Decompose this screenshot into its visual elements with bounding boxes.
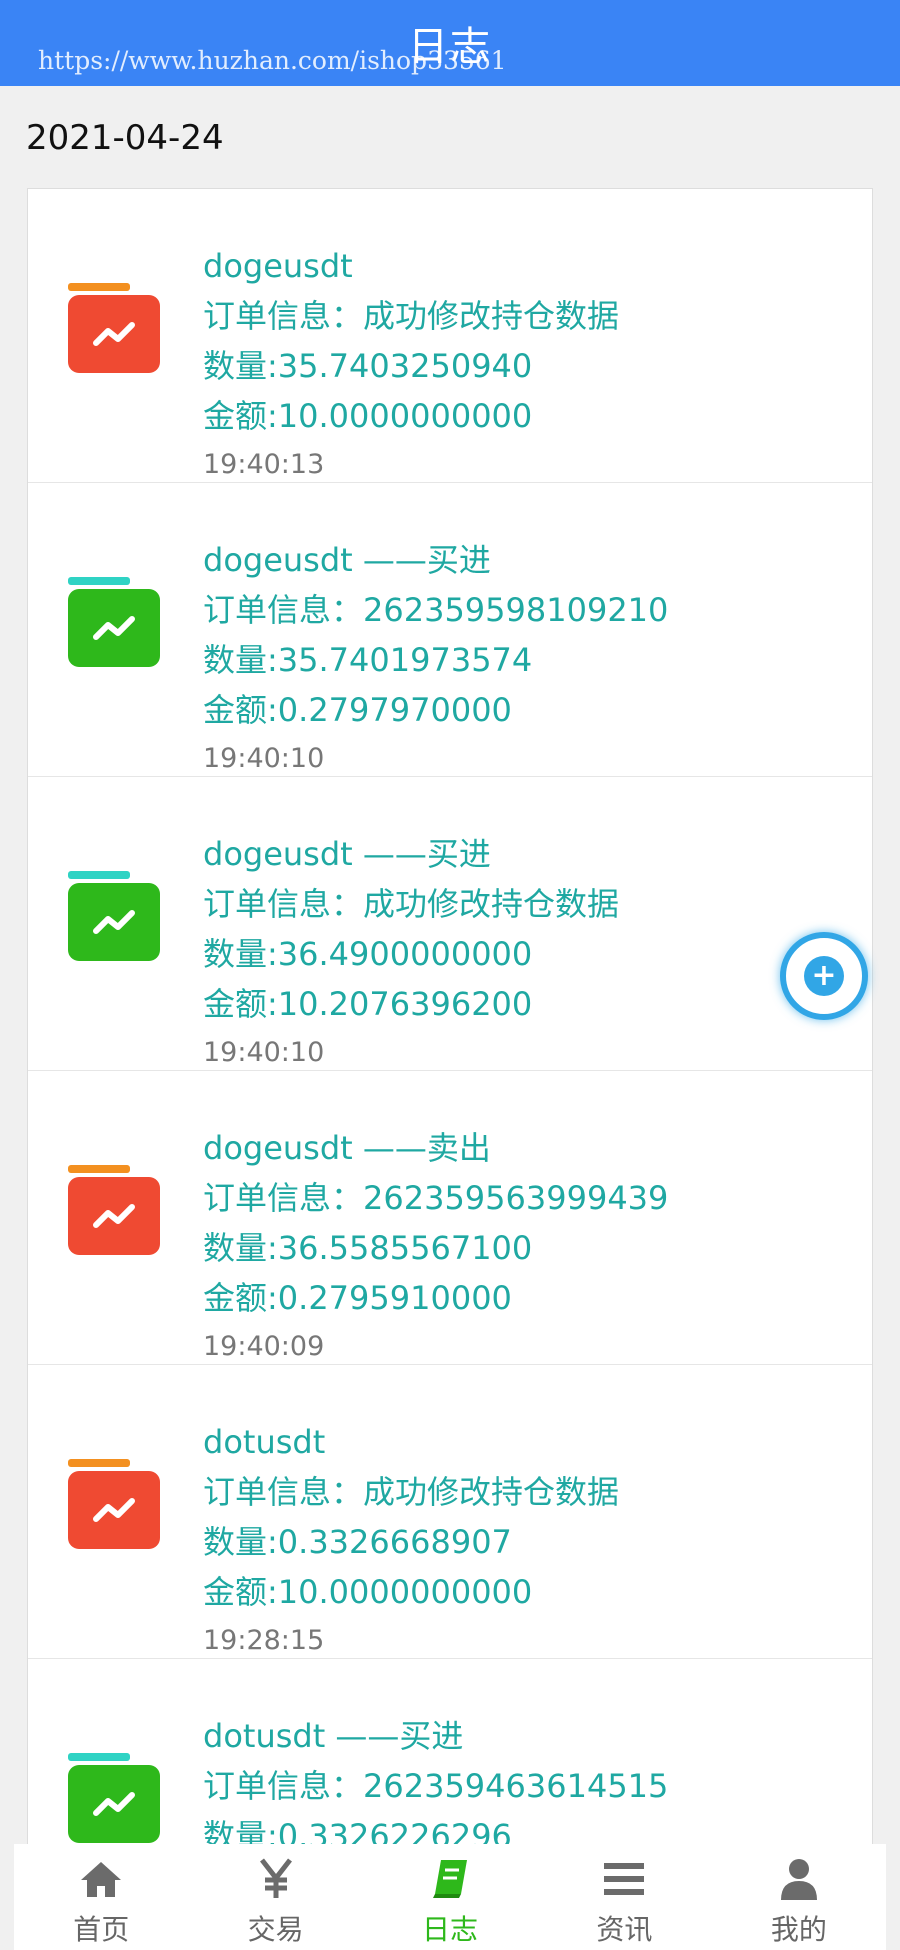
entry-time: 19:40:10 — [203, 1037, 325, 1068]
entry-quantity: 数量:35.7401973574 — [203, 641, 533, 679]
tab-log[interactable]: 日志 — [363, 1844, 537, 1950]
entry-amount: 金额:10.0000000000 — [203, 397, 533, 435]
entry-order-info: 订单信息：262359563999439 — [203, 1179, 669, 1217]
entry-symbol: dotusdt — [203, 1423, 326, 1461]
chart-red-folder-icon — [68, 283, 160, 375]
home-icon — [78, 1856, 124, 1902]
tab-trade[interactable]: 交易 — [188, 1844, 362, 1950]
tab-label: 交易 — [247, 1913, 304, 1946]
entry-symbol: dotusdt ——买进 — [203, 1717, 464, 1755]
entry-amount: 金额:10.2076396200 — [203, 985, 533, 1023]
entry-order-info: 订单信息：成功修改持仓数据 — [203, 297, 620, 335]
log-entry[interactable]: dogeusdt ——买进 订单信息：成功修改持仓数据 数量:36.490000… — [28, 777, 872, 1071]
entry-amount: 金额:0.2797970000 — [203, 691, 512, 729]
tab-label: 日志 — [422, 1913, 479, 1946]
tab-label: 我的 — [770, 1913, 827, 1946]
log-list: dogeusdt 订单信息：成功修改持仓数据 数量:35.7403250940 … — [27, 188, 873, 1848]
entry-symbol: dogeusdt ——卖出 — [203, 1129, 491, 1167]
tab-profile[interactable]: 我的 — [712, 1844, 886, 1950]
entry-quantity: 数量:36.4900000000 — [203, 935, 533, 973]
entry-time: 19:40:10 — [203, 743, 325, 774]
book-icon — [427, 1856, 473, 1902]
entry-order-info: 订单信息：成功修改持仓数据 — [203, 1473, 620, 1511]
entry-order-info: 订单信息：成功修改持仓数据 — [203, 885, 620, 923]
plus-circle-icon: + — [804, 956, 844, 996]
floating-add-button[interactable]: + — [780, 932, 868, 1020]
app-header: 日志 https://www.huzhan.com/ishop33561 — [0, 0, 900, 86]
entry-amount: 金额:10.0000000000 — [203, 1573, 533, 1611]
entry-quantity: 数量:0.3326226296 — [203, 1817, 512, 1848]
log-entry[interactable]: dotusdt 订单信息：成功修改持仓数据 数量:0.3326668907 金额… — [28, 1365, 872, 1659]
entry-symbol: dogeusdt — [203, 247, 353, 285]
entry-quantity: 数量:35.7403250940 — [203, 347, 533, 385]
watermark-url: https://www.huzhan.com/ishop33561 — [38, 46, 507, 75]
entry-order-info: 订单信息：262359463614515 — [203, 1767, 669, 1805]
entry-time: 19:40:09 — [203, 1331, 325, 1362]
log-entry[interactable]: dogeusdt 订单信息：成功修改持仓数据 数量:35.7403250940 … — [28, 189, 872, 483]
log-entry[interactable]: dogeusdt ——买进 订单信息：262359598109210 数量:35… — [28, 483, 872, 777]
chart-red-folder-icon — [68, 1165, 160, 1257]
entry-time: 19:28:15 — [203, 1625, 325, 1656]
log-entry[interactable]: dotusdt ——买进 订单信息：262359463614515 数量:0.3… — [28, 1659, 872, 1848]
tab-news[interactable]: 资讯 — [537, 1844, 711, 1950]
tab-home[interactable]: 首页 — [14, 1844, 188, 1950]
yen-icon — [253, 1856, 299, 1902]
entry-symbol: dogeusdt ——买进 — [203, 541, 491, 579]
chart-green-folder-icon — [68, 577, 160, 669]
tab-label: 资讯 — [596, 1913, 653, 1946]
entry-order-info: 订单信息：262359598109210 — [203, 591, 669, 629]
entry-amount: 金额:0.2795910000 — [203, 1279, 512, 1317]
entry-quantity: 数量:0.3326668907 — [203, 1523, 512, 1561]
tab-label: 首页 — [73, 1913, 130, 1946]
user-icon — [776, 1856, 822, 1902]
log-date: 2021-04-24 — [26, 118, 224, 158]
chart-red-folder-icon — [68, 1459, 160, 1551]
chart-green-folder-icon — [68, 1753, 160, 1845]
log-entry[interactable]: dogeusdt ——卖出 订单信息：262359563999439 数量:36… — [28, 1071, 872, 1365]
entry-symbol: dogeusdt ——买进 — [203, 835, 491, 873]
menu-icon — [601, 1856, 647, 1902]
entry-time: 19:40:13 — [203, 449, 325, 480]
chart-green-folder-icon — [68, 871, 160, 963]
entry-quantity: 数量:36.5585567100 — [203, 1229, 533, 1267]
bottom-tab-bar: 首页 交易 日志 资讯 我的 — [14, 1844, 886, 1950]
